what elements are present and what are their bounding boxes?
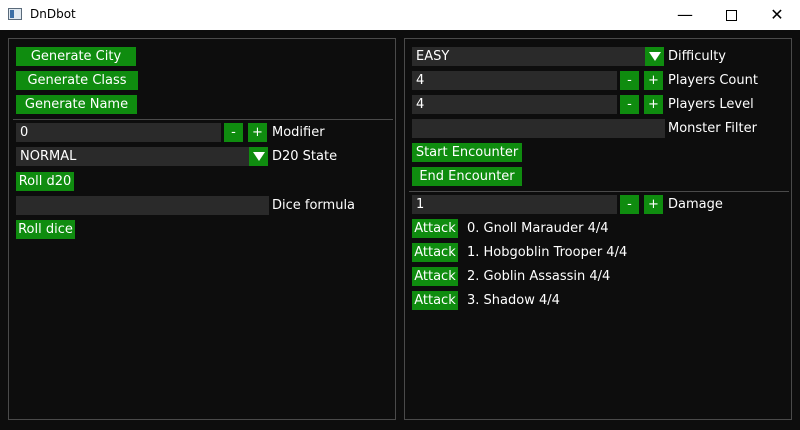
difficulty-label: Difficulty bbox=[668, 49, 726, 64]
generate-city-button[interactable]: Generate City bbox=[16, 47, 136, 66]
d20-state-chevron-down-icon[interactable] bbox=[249, 147, 268, 166]
monster-list-item: 2. Goblin Assassin 4/4 bbox=[467, 269, 611, 284]
difficulty-chevron-down-icon[interactable] bbox=[645, 47, 664, 66]
generate-name-button[interactable]: Generate Name bbox=[16, 95, 137, 114]
client-area: Generate City Generate Class Generate Na… bbox=[0, 30, 800, 430]
modifier-label: Modifier bbox=[272, 125, 325, 140]
difficulty-select[interactable]: EASY bbox=[412, 47, 645, 66]
players-level-input[interactable]: 4 bbox=[412, 95, 617, 114]
left-panel: Generate City Generate Class Generate Na… bbox=[8, 38, 396, 420]
damage-minus-button[interactable]: - bbox=[620, 195, 639, 214]
d20-state-label: D20 State bbox=[272, 149, 338, 164]
maximize-icon bbox=[725, 10, 737, 21]
damage-label: Damage bbox=[668, 197, 723, 212]
roll-d20-button[interactable]: Roll d20 bbox=[16, 172, 74, 191]
attack-button[interactable]: Attack bbox=[412, 219, 458, 238]
monster-list-item: 1. Hobgoblin Trooper 4/4 bbox=[467, 245, 628, 260]
players-level-plus-button[interactable]: + bbox=[644, 95, 663, 114]
app-icon bbox=[8, 8, 22, 20]
players-count-minus-button[interactable]: - bbox=[620, 71, 639, 90]
players-count-plus-button[interactable]: + bbox=[644, 71, 663, 90]
attack-button[interactable]: Attack bbox=[412, 267, 458, 286]
damage-input[interactable]: 1 bbox=[412, 195, 617, 214]
players-count-input[interactable]: 4 bbox=[412, 71, 617, 90]
generate-class-button[interactable]: Generate Class bbox=[16, 71, 138, 90]
separator bbox=[13, 119, 393, 120]
title-bar: DnDbot — ✕ bbox=[0, 0, 800, 30]
dice-formula-label: Dice formula bbox=[272, 198, 356, 213]
close-button[interactable]: ✕ bbox=[754, 0, 800, 30]
modifier-plus-button[interactable]: + bbox=[248, 123, 267, 142]
start-encounter-button[interactable]: Start Encounter bbox=[412, 143, 522, 162]
monster-filter-label: Monster Filter bbox=[668, 121, 757, 136]
window-title: DnDbot bbox=[30, 7, 76, 21]
players-count-label: Players Count bbox=[668, 73, 758, 88]
modifier-minus-button[interactable]: - bbox=[224, 123, 243, 142]
dice-formula-input[interactable] bbox=[16, 196, 269, 215]
monster-list-item: 3. Shadow 4/4 bbox=[467, 293, 560, 308]
players-level-label: Players Level bbox=[668, 97, 754, 112]
monster-list-item: 0. Gnoll Marauder 4/4 bbox=[467, 221, 609, 236]
maximize-button[interactable] bbox=[708, 0, 754, 30]
attack-button[interactable]: Attack bbox=[412, 243, 458, 262]
d20-state-select[interactable]: NORMAL bbox=[16, 147, 249, 166]
end-encounter-button[interactable]: End Encounter bbox=[412, 167, 522, 186]
roll-dice-button[interactable]: Roll dice bbox=[16, 220, 75, 239]
right-panel: EASY Difficulty 4 - + Players Count 4 - … bbox=[404, 38, 792, 420]
modifier-input[interactable]: 0 bbox=[16, 123, 221, 142]
monster-filter-input[interactable] bbox=[412, 119, 665, 138]
separator bbox=[409, 191, 789, 192]
minimize-button[interactable]: — bbox=[662, 0, 708, 30]
players-level-minus-button[interactable]: - bbox=[620, 95, 639, 114]
damage-plus-button[interactable]: + bbox=[644, 195, 663, 214]
attack-button[interactable]: Attack bbox=[412, 291, 458, 310]
